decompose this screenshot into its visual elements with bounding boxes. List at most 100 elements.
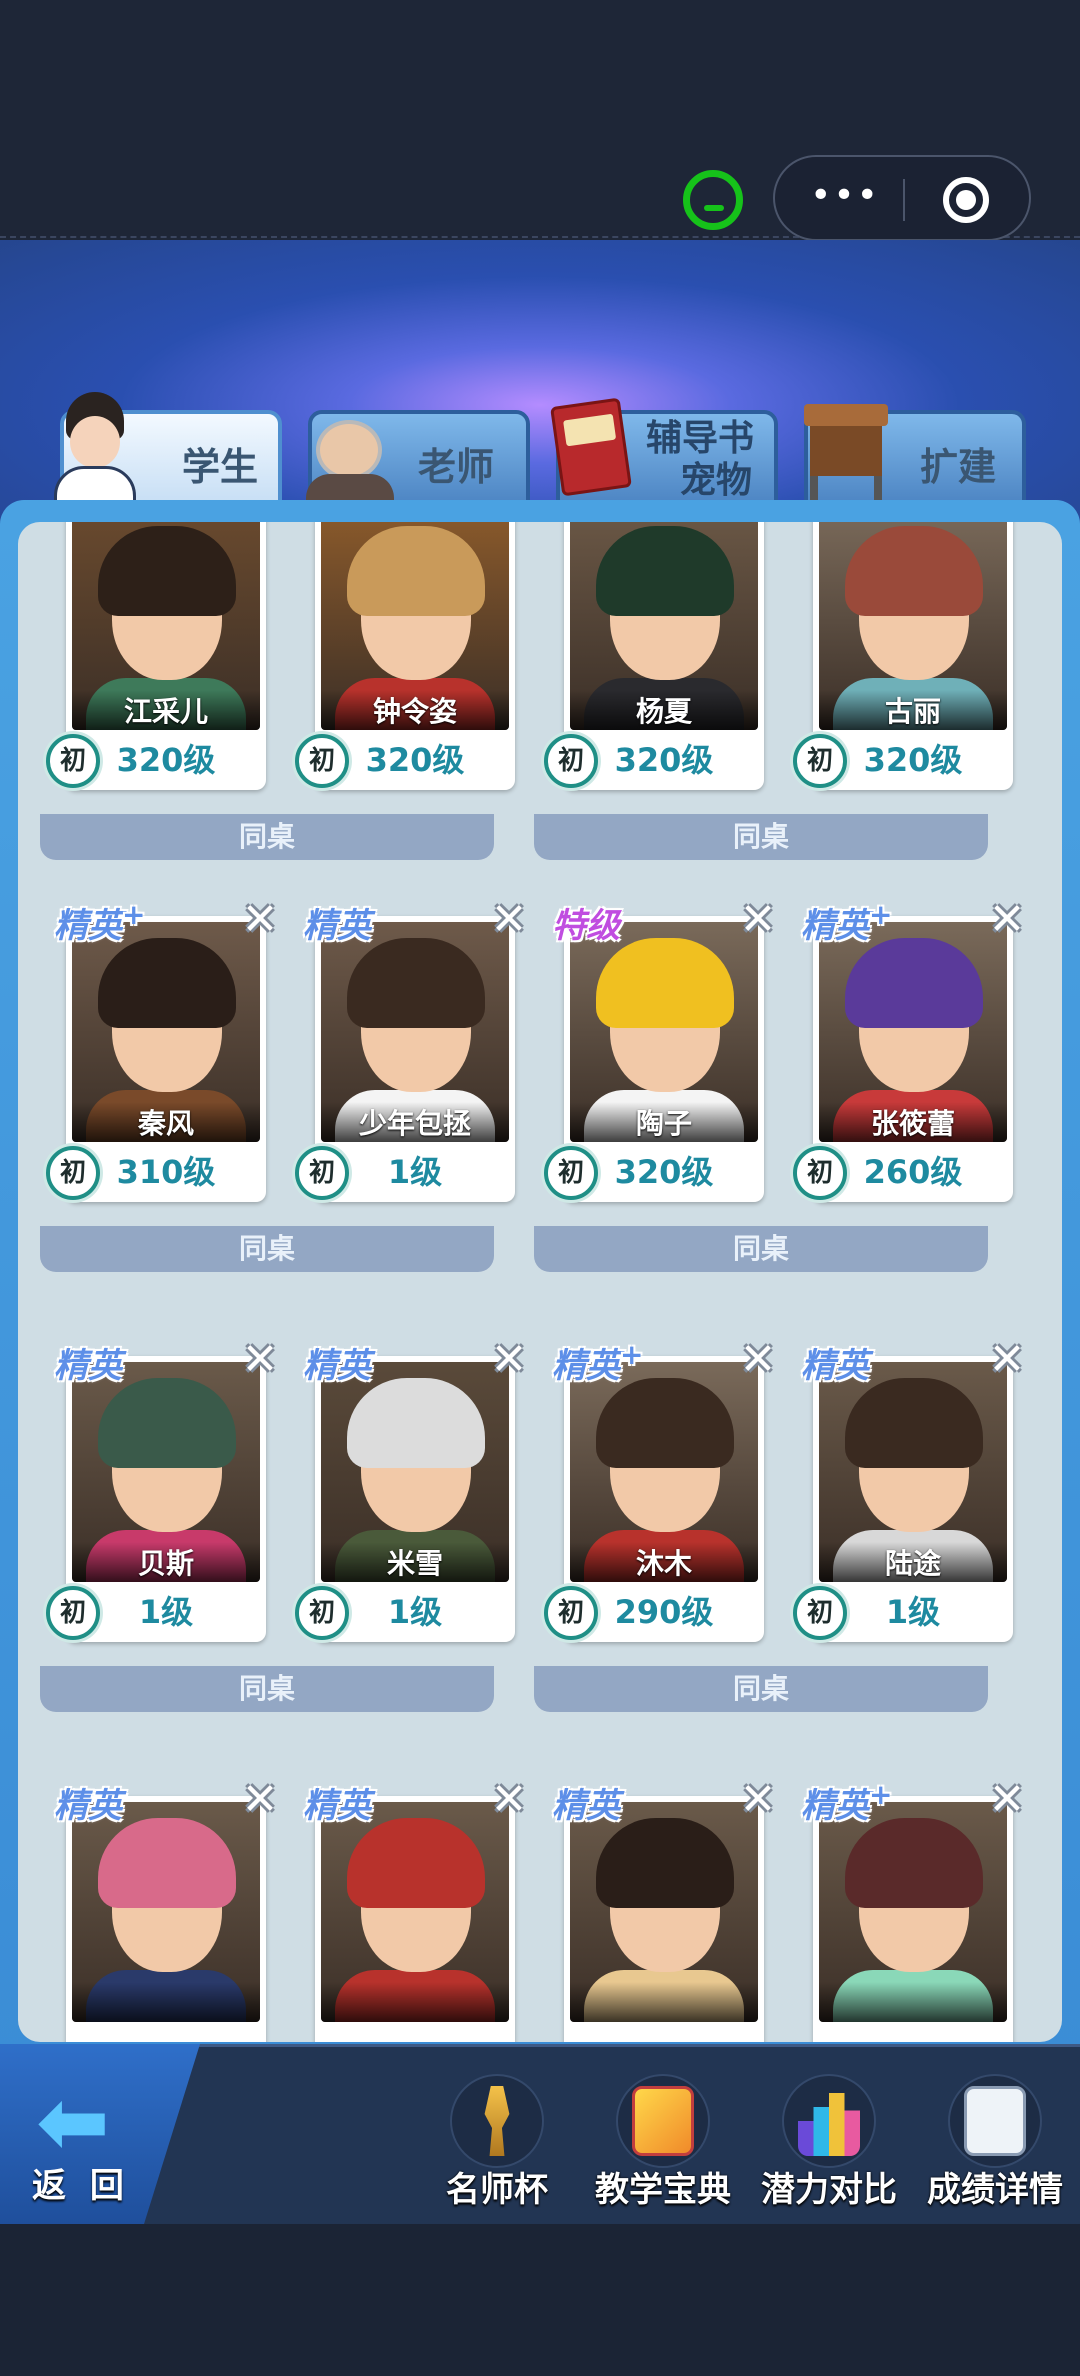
student-card[interactable]: 沐木 290级初精英+ ✕ [544, 1338, 776, 1642]
grade-badge: 初 [46, 1586, 100, 1640]
back-button[interactable]: 返 回 [32, 2158, 130, 2207]
remove-student-close-icon[interactable]: ✕ [238, 898, 282, 944]
student-avatar-icon [46, 386, 142, 506]
famous-teacher-cup-button[interactable]: 名师杯 [422, 2070, 572, 2220]
student-name: 贝斯 [137, 1547, 194, 1580]
rank-badge: 精英 [303, 898, 371, 947]
capsule-divider [903, 179, 905, 221]
tab-label-expand: 扩建 [920, 445, 997, 489]
rank-plus-icon: + [869, 898, 893, 931]
remove-student-close-icon[interactable]: ✕ [985, 1338, 1029, 1384]
potential-compare-button[interactable]: 潜力对比 [754, 2070, 904, 2220]
student-card[interactable]: 古丽 320级初 [793, 522, 1013, 790]
rank-plus-icon: + [620, 1338, 644, 1371]
desk-mate-strip: 同桌 [40, 1226, 494, 1272]
student-name: 米雪 [386, 1547, 443, 1580]
student-card[interactable]: 精英+ ✕ [801, 1778, 1025, 2042]
remove-student-close-icon[interactable]: ✕ [736, 898, 780, 944]
tab-teachers[interactable]: 老师 [306, 410, 530, 506]
remove-student-close-icon[interactable]: ✕ [487, 1338, 531, 1384]
tab-books-pets[interactable]: 辅导书 宠物 [550, 397, 778, 506]
student-portrait: 少年包拯 [321, 922, 509, 1142]
desk-icon [804, 404, 888, 504]
score-details-button[interactable]: 成绩详情 [920, 2070, 1070, 2220]
student-card[interactable]: 精英 ✕ [303, 1778, 527, 2042]
desk-mate-strip: 同桌 [534, 814, 988, 860]
rank-badge: 精英 [54, 1338, 122, 1387]
grade-badge: 初 [46, 1146, 100, 1200]
student-portrait: 江采儿 [72, 522, 260, 730]
rank-badge: 精英 [54, 1778, 122, 1827]
tab-label-pets: 宠物 [680, 460, 753, 501]
arrow-left-icon[interactable]: ⬅ [36, 2078, 120, 2166]
more-dots-icon[interactable]: ••• [805, 178, 885, 217]
student-card[interactable]: 精英 ✕ [54, 1778, 278, 2042]
student-card[interactable]: 米雪 1级初精英 ✕ [295, 1338, 527, 1642]
portrait-hair [596, 938, 734, 1028]
rank-badge: 精英 [303, 1778, 371, 1827]
rank-label: 精英 [54, 906, 122, 946]
student-portrait [321, 1802, 509, 2022]
student-name: 陶子 [635, 1107, 692, 1140]
remove-student-close-icon[interactable]: ✕ [736, 1338, 780, 1384]
student-name: 张筱蕾 [870, 1107, 955, 1140]
rank-badge: 精英+ [801, 898, 892, 947]
record-target-icon[interactable] [943, 177, 989, 223]
student-portrait: 杨夏 [570, 522, 758, 730]
grade-badge: 初 [295, 1586, 349, 1640]
portrait-hair [845, 1818, 983, 1908]
miniprogram-capsule: ••• [773, 155, 1031, 241]
tab-label-books: 辅导书 [646, 418, 755, 459]
student-portrait [72, 1802, 260, 2022]
nav-label: 潜力对比 [761, 2170, 897, 2210]
student-portrait: 陶子 [570, 922, 758, 1142]
student-card[interactable]: 张筱蕾 260级初精英+ ✕ [793, 898, 1025, 1202]
portrait-hair [845, 526, 983, 616]
remove-student-close-icon[interactable]: ✕ [985, 898, 1029, 944]
student-card[interactable]: 钟令姿 320级初 [295, 522, 515, 790]
teaching-guide-button[interactable]: 教学宝典 [588, 2070, 738, 2220]
remove-student-close-icon[interactable]: ✕ [487, 898, 531, 944]
portrait-hair [347, 526, 485, 616]
tab-students[interactable]: 学生 [54, 392, 282, 506]
rank-label: 精英 [801, 1346, 869, 1386]
student-card[interactable]: 陶子 320级初特级 ✕ [544, 898, 776, 1202]
rank-badge: 精英+ [801, 1778, 892, 1827]
name-gradient [72, 1982, 260, 2022]
desk-mate-strip: 同桌 [534, 1226, 988, 1272]
portrait-hair [347, 938, 485, 1028]
name-gradient [819, 1982, 1007, 2022]
student-card[interactable]: 杨夏 320级初 [544, 522, 764, 790]
student-grid[interactable]: 同桌 同桌 同桌 同桌 同桌 同桌 江采儿 320级初钟令姿 320级初杨夏 320级初古丽 320… [18, 522, 1062, 2042]
student-name: 沐木 [635, 1547, 692, 1580]
student-card[interactable]: 少年包拯 1级初精英 ✕ [295, 898, 527, 1202]
clipboard-icon [964, 2086, 1026, 2156]
student-name: 钟令姿 [372, 695, 457, 728]
system-nav-area [0, 2224, 1080, 2376]
remove-student-close-icon[interactable]: ✕ [487, 1778, 531, 1824]
student-portrait: 米雪 [321, 1362, 509, 1582]
grade-badge: 初 [544, 734, 598, 788]
student-portrait [570, 1802, 758, 2022]
tab-expand[interactable]: 扩建 [804, 404, 1026, 506]
student-card[interactable]: 秦风 310级初精英+ ✕ [46, 898, 278, 1202]
remove-student-close-icon[interactable]: ✕ [736, 1778, 780, 1824]
rank-label: 精英 [54, 1346, 122, 1386]
grade-badge: 初 [295, 734, 349, 788]
student-card[interactable]: 江采儿 320级初 [46, 522, 266, 790]
student-card[interactable]: 精英 ✕ [552, 1778, 776, 2042]
grade-badge: 初 [295, 1146, 349, 1200]
student-card[interactable]: 贝斯 1级初精英 ✕ [46, 1338, 278, 1642]
rank-badge: 精英+ [552, 1338, 643, 1387]
desk-mate-strip: 同桌 [534, 1666, 988, 1712]
rank-label: 精英 [303, 1786, 371, 1826]
name-gradient [321, 1982, 509, 2022]
chat-icon[interactable] [683, 170, 743, 230]
remove-student-close-icon[interactable]: ✕ [238, 1338, 282, 1384]
student-card[interactable]: 陆途 1级初精英 ✕ [793, 1338, 1025, 1642]
remove-student-close-icon[interactable]: ✕ [985, 1778, 1029, 1824]
student-name: 秦风 [137, 1107, 194, 1140]
remove-student-close-icon[interactable]: ✕ [238, 1778, 282, 1824]
student-portrait: 沐木 [570, 1362, 758, 1582]
student-portrait: 古丽 [819, 522, 1007, 730]
